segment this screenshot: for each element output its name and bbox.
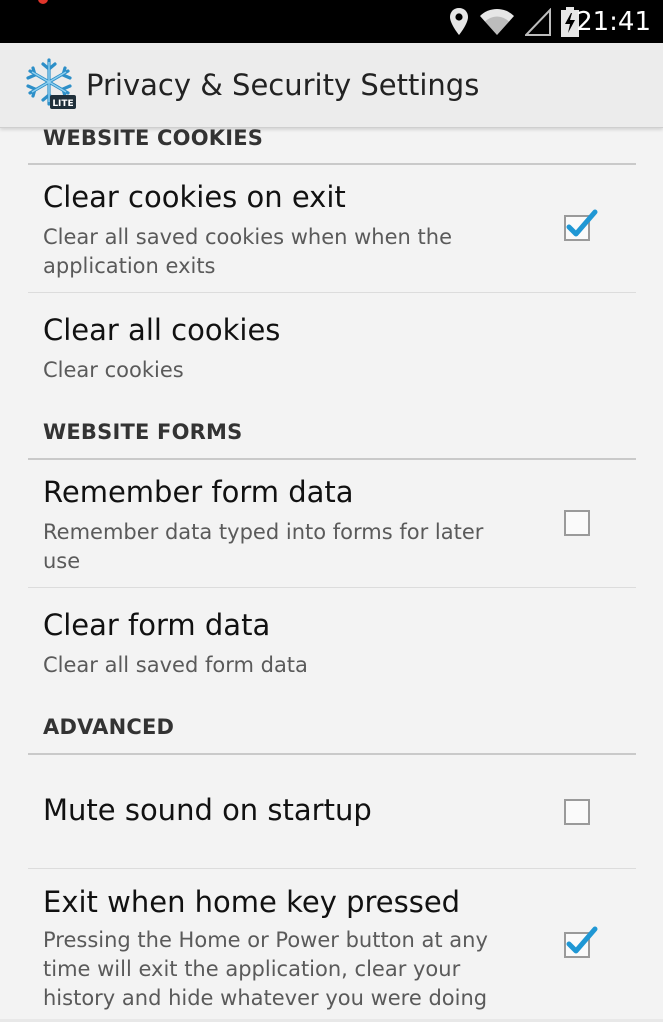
checkbox-remember-form-data[interactable] xyxy=(564,510,590,536)
action-bar: LITE Privacy & Security Settings xyxy=(0,43,663,128)
section-header-website-cookies: WEBSITE COOKIES xyxy=(28,127,636,165)
pref-summary: Pressing the Home or Power button at any… xyxy=(43,928,488,1010)
section-header-label: WEBSITE FORMS xyxy=(43,420,243,444)
wifi-icon xyxy=(480,8,514,35)
status-time: 21:41 xyxy=(576,7,651,37)
svg-text:LITE: LITE xyxy=(52,99,73,109)
checkbox-mute-sound-on-startup[interactable] xyxy=(564,799,590,825)
checkmark-icon xyxy=(566,209,598,237)
pref-summary: Clear all saved form data xyxy=(43,653,308,677)
pref-exit-when-home-key-pressed[interactable]: Exit when home key pressed Pressing the … xyxy=(28,869,636,1022)
pref-summary: Clear all saved cookies when when the ap… xyxy=(43,225,452,278)
page-title: Privacy & Security Settings xyxy=(86,68,480,102)
pref-title: Mute sound on startup xyxy=(43,793,372,827)
pref-clear-all-cookies[interactable]: Clear all cookies Clear cookies xyxy=(28,293,636,409)
pref-summary: Clear cookies xyxy=(43,358,184,382)
pref-title: Clear form data xyxy=(43,608,271,642)
settings-list[interactable]: WEBSITE COOKIES Clear cookies on exit Cl… xyxy=(0,127,663,1022)
pref-title: Exit when home key pressed xyxy=(43,885,461,919)
section-header-label: ADVANCED xyxy=(43,715,175,739)
pref-title: Clear cookies on exit xyxy=(43,180,346,214)
pref-title: Remember form data xyxy=(43,475,354,509)
app-logo-icon[interactable]: LITE xyxy=(22,55,80,113)
status-bar: 21:41 xyxy=(0,0,663,43)
location-icon xyxy=(450,8,468,35)
pref-summary: Remember data typed into forms for later… xyxy=(43,520,484,573)
section-header-advanced: ADVANCED xyxy=(28,705,636,755)
pref-title: Clear all cookies xyxy=(43,313,281,347)
checkbox-exit-when-home-key-pressed[interactable] xyxy=(564,926,598,958)
section-header-website-forms: WEBSITE FORMS xyxy=(28,410,636,460)
pref-clear-cookies-on-exit[interactable]: Clear cookies on exit Clear all saved co… xyxy=(28,165,636,293)
checkbox-clear-cookies-on-exit[interactable] xyxy=(564,209,598,241)
section-header-label: WEBSITE COOKIES xyxy=(43,127,264,150)
checkmark-icon xyxy=(566,926,598,954)
pref-clear-form-data[interactable]: Clear form data Clear all saved form dat… xyxy=(28,588,636,704)
notification-dot xyxy=(38,0,48,4)
pref-remember-form-data[interactable]: Remember form data Remember data typed i… xyxy=(28,460,636,588)
pref-mute-sound-on-startup[interactable]: Mute sound on startup xyxy=(28,755,636,869)
status-icons xyxy=(449,6,579,38)
signal-icon xyxy=(525,8,551,36)
